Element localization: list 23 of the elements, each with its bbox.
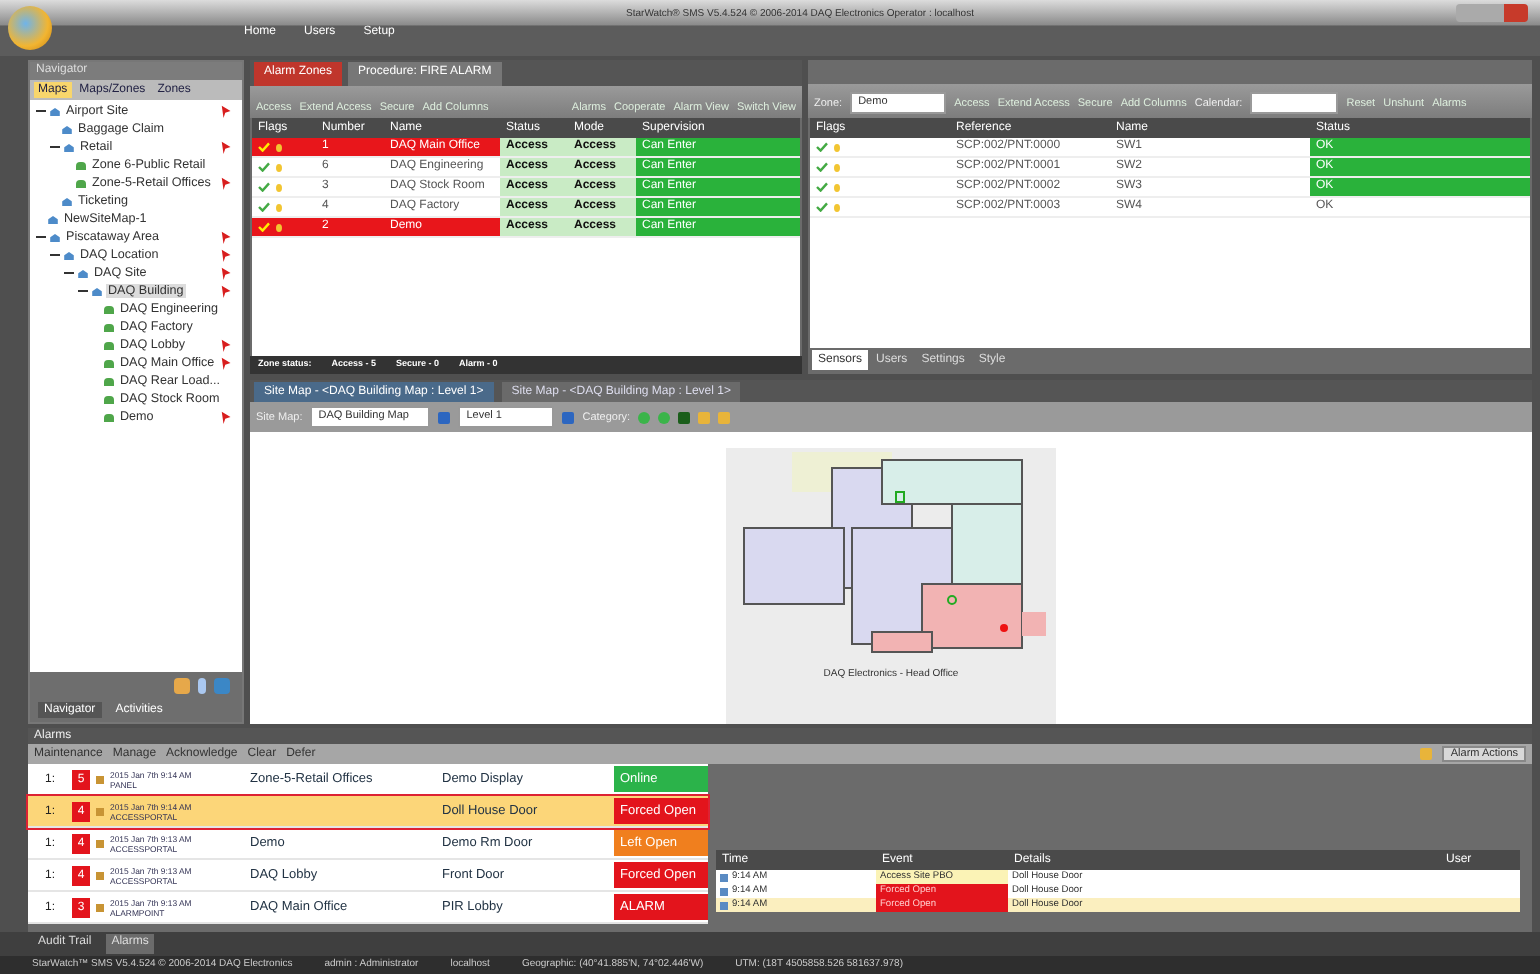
calendar-dropdown[interactable] — [1250, 92, 1339, 114]
bulb-icon — [276, 143, 282, 151]
device-icon — [96, 775, 104, 783]
device-icon — [96, 839, 104, 847]
bulb-icon — [276, 223, 282, 231]
bulb-icon — [834, 163, 840, 171]
app-menu-icon[interactable] — [8, 6, 52, 50]
collapse-icon[interactable] — [50, 250, 60, 260]
window-controls-icon[interactable] — [1456, 4, 1528, 22]
device-icon — [96, 871, 104, 879]
collapse-icon[interactable] — [78, 286, 88, 296]
collapse-icon[interactable] — [36, 106, 46, 116]
device-icon — [96, 903, 104, 911]
collapse-icon[interactable] — [50, 142, 60, 152]
collapse-icon[interactable] — [36, 232, 46, 242]
bulb-icon — [276, 183, 282, 191]
bulb-icon — [834, 203, 840, 211]
collapse-icon[interactable] — [64, 268, 74, 278]
device-icon — [96, 807, 104, 815]
bulb-icon — [834, 183, 840, 191]
bulb-icon — [834, 143, 840, 151]
bulb-icon — [276, 163, 282, 171]
bulb-icon — [276, 203, 282, 211]
